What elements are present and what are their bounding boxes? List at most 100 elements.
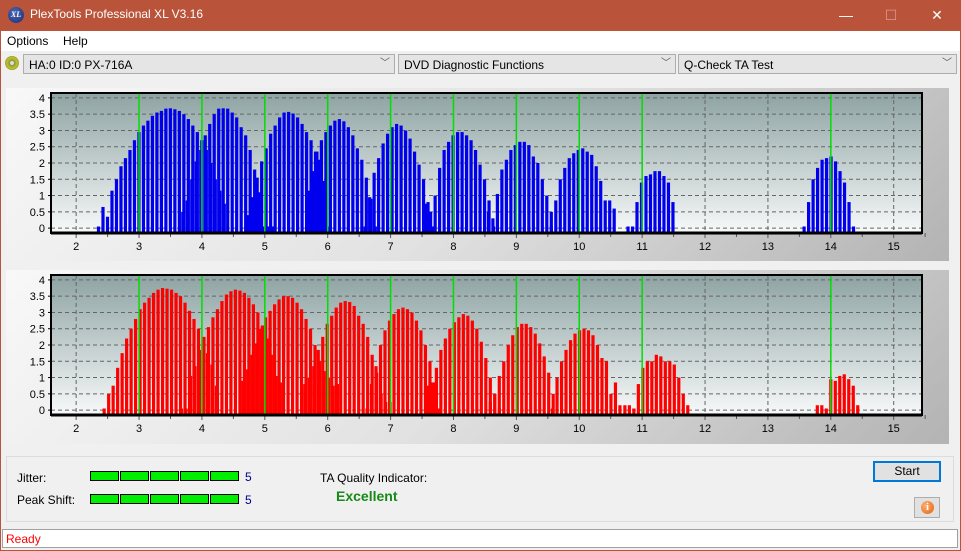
- histogram-bar: [401, 307, 405, 415]
- y-tick-label: 0: [39, 405, 45, 417]
- histogram-bar: [281, 296, 286, 415]
- histogram-bar: [645, 361, 649, 415]
- histogram-bar: [479, 341, 483, 415]
- histogram-bar: [554, 200, 558, 233]
- histogram-bar: [268, 310, 272, 415]
- x-tick-label: 2: [73, 241, 79, 253]
- histogram-bar: [657, 171, 662, 233]
- histogram-bar: [361, 323, 365, 415]
- histogram-bar: [443, 338, 447, 415]
- histogram-bar: [337, 119, 341, 233]
- histogram-bar: [307, 377, 311, 415]
- histogram-bar: [811, 179, 815, 233]
- test-select[interactable]: Q-Check TA Test ﹀: [678, 54, 957, 74]
- peak-shift-meter-segment: [120, 494, 149, 504]
- histogram-bar: [120, 353, 124, 415]
- histogram-bar: [425, 385, 430, 415]
- histogram-bar: [101, 206, 105, 233]
- histogram-bar: [343, 301, 347, 415]
- histogram-bar: [399, 125, 403, 233]
- histogram-bar: [310, 171, 315, 233]
- disc-drive-icon: [5, 56, 19, 70]
- histogram-bar: [177, 110, 181, 233]
- histogram-bar: [536, 163, 540, 233]
- histogram-bar: [540, 179, 544, 233]
- histogram-bar: [495, 193, 499, 233]
- histogram-bar: [405, 309, 410, 415]
- histogram-bar: [542, 356, 546, 415]
- bottom-ta-chart: 0 0.5 1 1.5 2 2.5 3 3.5 4 2 3 4 5 6 7 8 9 10 11 12 13 14 15: [30, 274, 926, 435]
- histogram-bar: [291, 113, 295, 233]
- peak-shift-meter-segment: [210, 494, 239, 504]
- drive-select[interactable]: HA:0 ID:0 PX-716A ﹀: [23, 54, 395, 74]
- histogram-bar: [824, 158, 829, 233]
- histogram-bar: [378, 345, 383, 415]
- histogram-bar: [527, 145, 531, 233]
- histogram-bar: [555, 377, 559, 415]
- jitter-value: 5: [245, 470, 252, 484]
- histogram-bar: [250, 354, 254, 415]
- histogram-bar: [564, 349, 568, 415]
- histogram-bar: [239, 127, 243, 233]
- histogram-bar: [410, 312, 414, 415]
- histogram-bar: [111, 385, 115, 415]
- histogram-bar: [348, 302, 352, 415]
- histogram-bar: [668, 361, 672, 415]
- histogram-bar: [299, 309, 304, 415]
- menu-help[interactable]: Help: [63, 34, 88, 48]
- minimize-button[interactable]: —: [823, 0, 869, 31]
- histogram-bar: [259, 328, 263, 415]
- histogram-bar: [383, 330, 387, 415]
- histogram-bar: [594, 166, 598, 233]
- close-button[interactable]: ✕: [914, 0, 960, 31]
- histogram-bar: [312, 366, 316, 415]
- histogram-bar: [644, 176, 648, 233]
- maximize-button[interactable]: ☐: [868, 0, 914, 31]
- histogram-bar: [457, 317, 461, 415]
- histogram-bar: [300, 123, 304, 233]
- start-button[interactable]: Start: [873, 461, 941, 482]
- histogram-bar: [559, 361, 564, 415]
- histogram-bar: [653, 171, 657, 233]
- histogram-bar: [417, 164, 421, 233]
- histogram-bar: [129, 328, 133, 415]
- histogram-bar: [197, 349, 202, 415]
- histogram-bar: [493, 393, 497, 415]
- histogram-bar: [403, 130, 408, 233]
- histogram-bar: [654, 354, 658, 415]
- x-tick-label: 2: [73, 423, 79, 435]
- histogram-bar: [455, 132, 460, 233]
- info-button[interactable]: i: [914, 497, 940, 518]
- function-select[interactable]: DVD Diagnostic Functions ﹀: [398, 54, 676, 74]
- histogram-bar: [807, 202, 811, 233]
- x-tick-label: 8: [450, 241, 456, 253]
- histogram-bar: [572, 153, 576, 233]
- histogram-bar: [278, 117, 282, 233]
- x-tick-label: 13: [762, 423, 774, 435]
- y-tick-label: 0: [39, 223, 45, 235]
- jitter-meter-segment: [90, 471, 119, 481]
- histogram-bar: [377, 158, 381, 233]
- histogram-bar: [511, 335, 515, 415]
- histogram-bar: [178, 296, 183, 415]
- histogram-bar: [155, 112, 159, 233]
- menu-options[interactable]: Options: [7, 34, 48, 48]
- y-tick-label: 0.5: [30, 207, 45, 219]
- histogram-bar: [429, 211, 433, 233]
- histogram-bar: [567, 158, 571, 233]
- histogram-bar: [460, 132, 464, 233]
- histogram-bar: [412, 151, 417, 233]
- histogram-bar: [381, 143, 385, 233]
- histogram-bar: [164, 108, 168, 233]
- histogram-bar: [608, 200, 612, 233]
- histogram-bar: [286, 296, 290, 415]
- histogram-bar: [820, 159, 824, 233]
- bottom-chart-panel: 0 0.5 1 1.5 2 2.5 3 3.5 4 2 3 4 5 6 7 8 9 10 11 12 13 14 15: [6, 270, 949, 444]
- histogram-bar: [635, 202, 639, 233]
- histogram-bar: [339, 302, 343, 415]
- histogram-bar: [547, 372, 551, 415]
- x-tick-label: 11: [636, 423, 647, 435]
- histogram-bar: [351, 135, 355, 233]
- peak-shift-label: Peak Shift:: [17, 493, 76, 507]
- x-tick-label: 3: [136, 241, 142, 253]
